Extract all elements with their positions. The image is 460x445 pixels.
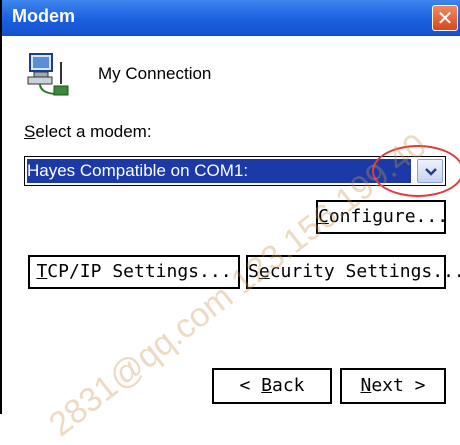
configure-accel: C [318,206,329,227]
back-accel: B [261,375,272,396]
security-accel: e [258,261,270,282]
connection-icon [27,53,69,96]
tcpip-accel: T [36,261,48,282]
security-settings-button[interactable]: Security Settings... [246,255,460,289]
security-pre: S [248,261,259,282]
tcpip-label: CP/IP Settings... [47,261,232,282]
back-label: ack [272,375,305,396]
next-label: ext > [371,375,426,396]
back-button[interactable]: < Back [212,368,332,404]
close-icon: ✕ [436,6,454,30]
close-button[interactable]: ✕ [432,5,458,31]
modem-selected-value: Hayes Compatible on COM1: [27,159,411,183]
connection-name: My Connection [98,64,212,83]
next-button[interactable]: Next > [340,368,446,404]
title-bar: Modem ✕ [2,0,460,36]
window-title: Modem [12,6,75,26]
security-label: curity Settings... [269,261,460,282]
back-pre: < [239,375,262,396]
tcpip-settings-button[interactable]: TCP/IP Settings... [28,255,240,289]
configure-button[interactable]: Configure... [316,200,449,234]
select-modem-label-rest: elect a modem: [35,122,152,141]
configure-label: onfigure... [328,206,449,227]
next-accel: N [360,375,372,396]
modem-dialog: Modem ✕ My Connection Select a modem: Ha… [0,0,460,444]
annotation-circle [372,145,460,197]
select-modem-label: Select a modem: [24,122,152,142]
select-modem-label-accel: S [24,122,36,141]
